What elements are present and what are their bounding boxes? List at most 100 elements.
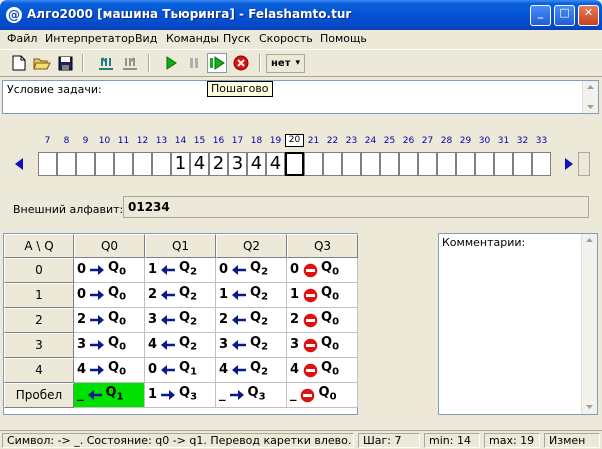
tape-cell[interactable] [475, 152, 494, 176]
tape-cell[interactable] [76, 152, 95, 176]
new-file-icon[interactable] [9, 53, 29, 73]
symbol-row-header[interactable]: 3 [4, 333, 74, 358]
rule-cell[interactable]: _ Q3 [216, 383, 287, 408]
rule-cell[interactable]: 3 Q2 [145, 308, 216, 333]
left-arrow-icon [231, 313, 247, 327]
symbol-row-header[interactable]: 0 [4, 258, 74, 283]
symbol-row-header[interactable]: 4 [4, 358, 74, 383]
tape-cell[interactable] [304, 152, 323, 176]
tape-cell[interactable]: 4 [266, 152, 285, 176]
tape-in-icon[interactable] [96, 53, 116, 73]
minimize-button[interactable]: _ [530, 5, 551, 26]
tape-cell[interactable] [494, 152, 513, 176]
pause-icon[interactable] [184, 53, 204, 73]
rule-cell[interactable]: 4 Q0 [287, 358, 358, 383]
tape-cell[interactable] [133, 152, 152, 176]
rule-write-symbol: 2 [77, 312, 87, 327]
rule-cell[interactable]: 0 Q0 [74, 283, 145, 308]
rule-cell[interactable]: 2 Q0 [287, 308, 358, 333]
comments-panel[interactable]: Комментарии: [438, 233, 598, 415]
step-icon[interactable] [207, 53, 227, 73]
symbol-row-header[interactable]: 1 [4, 283, 74, 308]
run-icon[interactable] [161, 53, 181, 73]
save-icon[interactable] [55, 53, 75, 73]
rule-cell[interactable]: 3 Q2 [216, 333, 287, 358]
rule-cell[interactable]: 0 Q2 [216, 258, 287, 283]
tape-cell[interactable] [323, 152, 342, 176]
tape-scroll-grip[interactable] [578, 152, 590, 176]
tape-head-cell[interactable] [285, 152, 304, 176]
rule-cell[interactable]: 1 Q2 [145, 258, 216, 283]
symbol-row-header[interactable]: 2 [4, 308, 74, 333]
menu-view[interactable]: Вид [135, 32, 157, 45]
rule-cell[interactable]: 2 Q2 [216, 308, 287, 333]
rule-cell[interactable]: 3 Q0 [74, 333, 145, 358]
tape-right-arrow-icon[interactable] [562, 152, 576, 176]
tape-cell[interactable]: 3 [228, 152, 247, 176]
rule-cell[interactable]: 3 Q0 [287, 333, 358, 358]
tape-cell[interactable] [152, 152, 171, 176]
tape-cell[interactable] [57, 152, 76, 176]
rule-cell[interactable]: _ Q0 [287, 383, 358, 408]
comments-scrollbar[interactable] [581, 234, 597, 414]
rule-cell[interactable]: 1 Q2 [216, 283, 287, 308]
tape-cell[interactable] [95, 152, 114, 176]
tape-cell[interactable] [532, 152, 551, 176]
tape-cell[interactable]: 2 [209, 152, 228, 176]
rule-cell[interactable]: 0 Q0 [74, 258, 145, 283]
tape-cell[interactable] [456, 152, 475, 176]
tape-cell[interactable] [342, 152, 361, 176]
tape-cell[interactable] [114, 152, 133, 176]
rule-cell[interactable]: 2 Q0 [74, 308, 145, 333]
tape-number: 17 [231, 136, 244, 146]
tape-cell[interactable] [361, 152, 380, 176]
task-panel[interactable]: Условие задачи: [2, 80, 599, 114]
rule-cell[interactable]: 0 Q0 [287, 258, 358, 283]
rule-cell[interactable]: 2 Q2 [145, 283, 216, 308]
tape-cell[interactable] [38, 152, 57, 176]
tape-cell[interactable]: 1 [171, 152, 190, 176]
rule-cell[interactable]: 4 Q2 [145, 333, 216, 358]
status-min: min: 14 [424, 433, 480, 448]
tape-left-arrow-icon[interactable] [12, 152, 26, 176]
maximize-button[interactable]: □ [554, 5, 575, 26]
title-bar[interactable]: @ Алго2000 [машина Тьюринга] - Felashamt… [0, 0, 602, 30]
tape-cell[interactable] [437, 152, 456, 176]
tape-cell[interactable] [513, 152, 532, 176]
rule-write-symbol: _ [219, 387, 226, 402]
rule-cell[interactable]: 0 Q1 [145, 358, 216, 383]
rule-next-state: Q1 [105, 384, 124, 403]
tape-out-icon[interactable] [120, 53, 140, 73]
tape-cell[interactable] [399, 152, 418, 176]
speed-select[interactable]: нет ▾ [266, 54, 305, 73]
close-button[interactable]: ✕ [578, 5, 599, 26]
rule-cell[interactable]: 1 Q3 [145, 383, 216, 408]
rule-cell-active[interactable]: _ Q1 [74, 383, 145, 408]
state-header[interactable]: Q2 [216, 234, 287, 258]
rule-cell[interactable]: 4 Q0 [74, 358, 145, 383]
menu-commands[interactable]: Команды [166, 32, 219, 45]
app-icon[interactable]: @ [6, 7, 22, 23]
state-header[interactable]: Q3 [287, 234, 358, 258]
state-header[interactable]: Q1 [145, 234, 216, 258]
rule-write-symbol: 4 [219, 362, 229, 377]
rule-cell[interactable]: 4 Q2 [216, 358, 287, 383]
state-header[interactable]: Q0 [74, 234, 145, 258]
tape-cell[interactable]: 4 [247, 152, 266, 176]
tape-cell[interactable]: 4 [190, 152, 209, 176]
menu-interpreter[interactable]: Интерпретатор [45, 32, 135, 45]
stop-icon[interactable] [231, 53, 251, 73]
task-scrollbar[interactable] [582, 81, 598, 113]
menu-run[interactable]: Пуск [223, 32, 250, 45]
tape-cell[interactable] [418, 152, 437, 176]
open-folder-icon[interactable] [32, 53, 52, 73]
tape-cell[interactable] [380, 152, 399, 176]
menu-help[interactable]: Помощь [320, 32, 367, 45]
menu-file[interactable]: Файл [7, 32, 37, 45]
rule-write-symbol: 4 [290, 362, 300, 377]
menu-speed[interactable]: Скорость [259, 32, 313, 45]
toolbar-separator [148, 54, 150, 72]
rule-cell[interactable]: 1 Q0 [287, 283, 358, 308]
alphabet-input[interactable]: 01234 [123, 196, 589, 218]
symbol-row-header[interactable]: Пробел [4, 383, 74, 408]
